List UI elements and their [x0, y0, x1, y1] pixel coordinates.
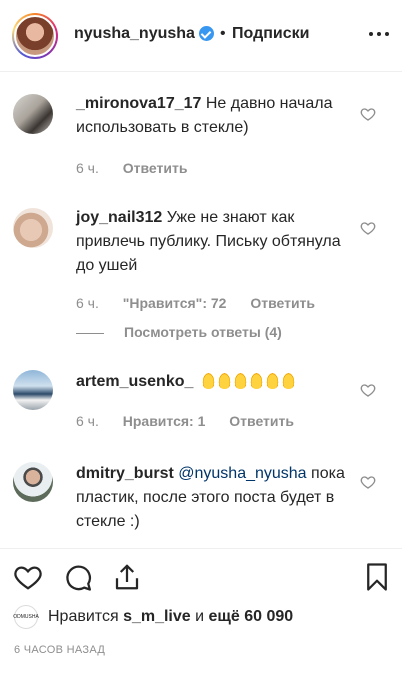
post-header: nyusha_nyusha • Подписки: [0, 0, 402, 72]
like-heart-icon[interactable]: [13, 562, 43, 592]
reply-button[interactable]: Ответить: [229, 413, 294, 429]
post-timestamp[interactable]: 6 ЧАСОВ НАЗАД: [14, 644, 105, 656]
clap-emoji-icon: [265, 372, 279, 389]
view-replies-label: Посмотреть ответы (4): [124, 324, 282, 340]
emoji-row: [201, 372, 298, 390]
comment-text: joy_nail312 Уже не знают как привлечь пу…: [76, 206, 356, 278]
commenter-avatar[interactable]: [13, 370, 53, 410]
liker-username[interactable]: s_m_live: [123, 608, 191, 625]
bookmark-icon[interactable]: [362, 562, 392, 592]
clap-emoji-icon: [281, 372, 295, 389]
clap-emoji-icon: [249, 372, 263, 389]
like-comment-icon[interactable]: [360, 474, 376, 490]
likes-middle: и: [195, 608, 205, 625]
comment-likes-count[interactable]: Нравится: 1: [123, 413, 206, 429]
clap-emoji-icon: [201, 372, 215, 389]
clap-emoji-icon: [233, 372, 247, 389]
author-username[interactable]: nyusha_nyusha: [74, 25, 195, 43]
commenter-username[interactable]: _mironova17_17: [76, 95, 201, 112]
replies-line: [76, 332, 104, 334]
commenter-username[interactable]: joy_nail312: [76, 209, 162, 226]
likes-prefix: Нравится: [48, 608, 119, 625]
comment-time[interactable]: 6 ч.: [76, 413, 99, 429]
like-comment-icon[interactable]: [360, 220, 376, 236]
comment-bubble-icon[interactable]: [63, 562, 93, 592]
like-comment-icon[interactable]: [360, 382, 376, 398]
comment-mention-link[interactable]: @nyusha_nyusha: [178, 465, 306, 482]
author-avatar[interactable]: [12, 13, 58, 59]
more-options-icon[interactable]: [364, 29, 394, 39]
verified-badge-icon: [199, 26, 214, 41]
reply-button[interactable]: Ответить: [250, 295, 315, 311]
likes-summary: ODMUSHA Нравится s_m_live и ещё 60 090: [13, 605, 293, 629]
comment-text: dmitry_burst @nyusha_nyusha пока пластик…: [76, 462, 356, 534]
comment-text: _mironova17_17 Не давно начала использов…: [76, 92, 356, 140]
comment-meta: 6 ч. Ответить: [76, 160, 207, 176]
author-avatar-image: [14, 15, 56, 57]
clap-emoji-icon: [217, 372, 231, 389]
view-replies-button[interactable]: Посмотреть ответы (4): [76, 324, 282, 340]
reply-button[interactable]: Ответить: [123, 160, 188, 176]
following-button[interactable]: Подписки: [232, 25, 309, 43]
commenter-username[interactable]: dmitry_burst: [76, 465, 174, 482]
commenter-avatar[interactable]: [13, 208, 53, 248]
comment-text: artem_usenko_: [76, 370, 356, 394]
share-upload-icon[interactable]: [112, 562, 142, 592]
commenter-avatar[interactable]: [13, 462, 53, 502]
likes-text: Нравится s_m_live и ещё 60 090: [48, 608, 293, 626]
likes-others-count[interactable]: ещё 60 090: [209, 608, 294, 625]
comment-time[interactable]: 6 ч.: [76, 295, 99, 311]
comment-time[interactable]: 6 ч.: [76, 160, 99, 176]
comment-meta: 6 ч. Нравится: 1 Ответить: [76, 413, 314, 429]
commenter-avatar[interactable]: [13, 94, 53, 134]
liker-avatar[interactable]: ODMUSHA: [13, 605, 39, 629]
header-separator: •: [220, 25, 226, 42]
commenter-username[interactable]: artem_usenko_: [76, 373, 193, 390]
comment-meta: 6 ч. "Нравится": 72 Ответить: [76, 295, 335, 311]
section-divider: [0, 548, 402, 549]
like-comment-icon[interactable]: [360, 106, 376, 122]
comment-likes-count[interactable]: "Нравится": 72: [123, 295, 227, 311]
